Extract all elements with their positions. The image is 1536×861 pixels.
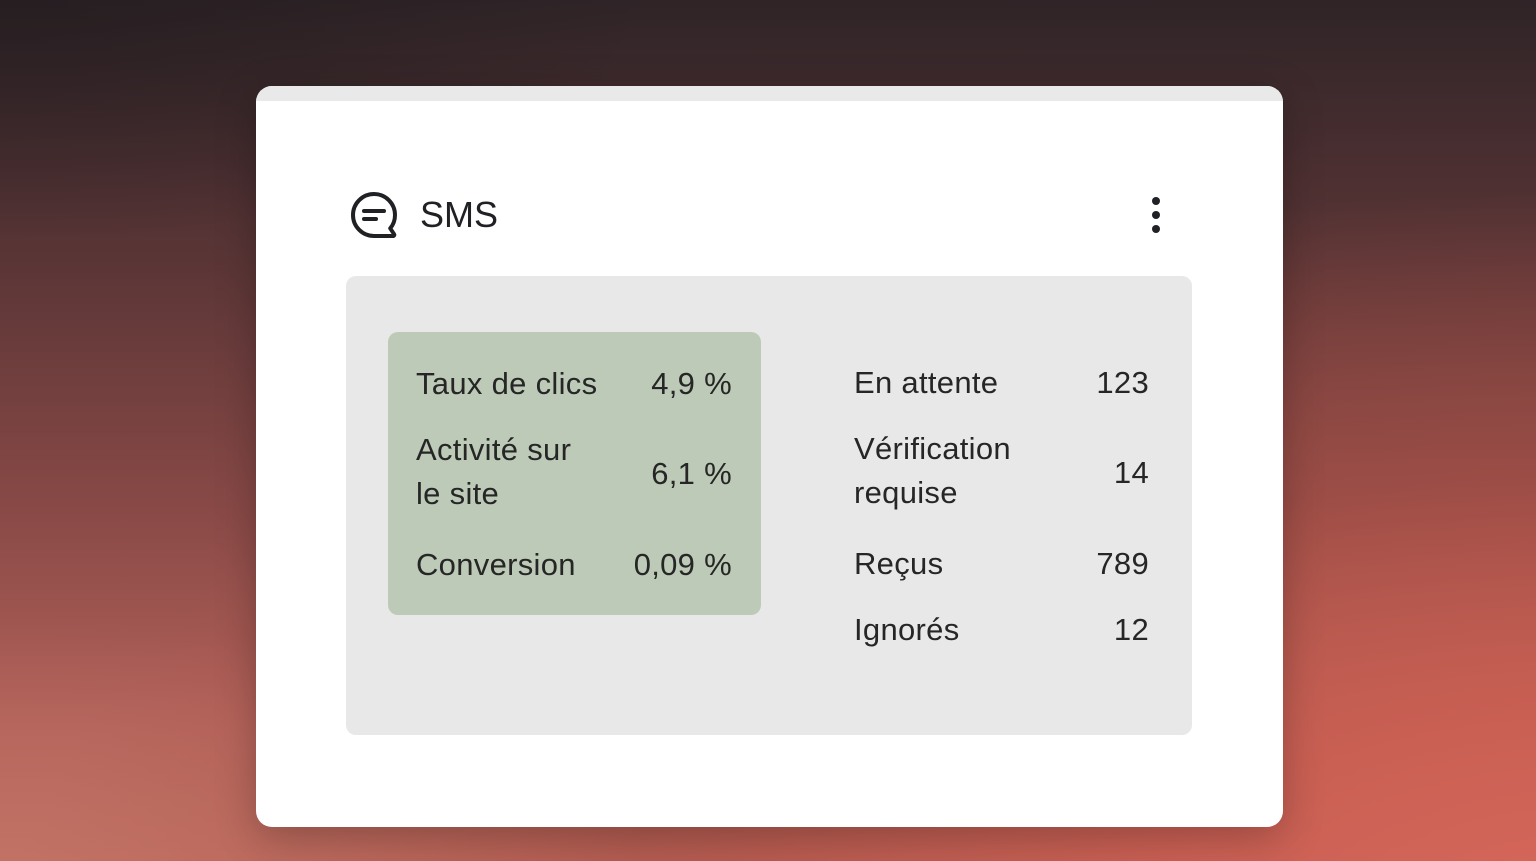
more-vertical-icon (1152, 197, 1160, 205)
stat-label-taux-de-clics: Taux de clics (416, 366, 598, 401)
stat-label-activite-line1: Activité sur (416, 432, 572, 467)
stat-label-conversion: Conversion (416, 547, 576, 582)
stat-label-en-attente: En attente (854, 365, 999, 400)
highlighted-stats-box: Taux de clics 4,9 % Activité sur le site… (388, 332, 761, 615)
more-vertical-icon-dot (1152, 211, 1160, 219)
stat-value-activite: 6,1 % (651, 456, 732, 491)
stat-value-taux-de-clics: 4,9 % (651, 366, 732, 401)
sms-stats-card: SMS Taux de clics 4,9 % Activité sur le … (256, 86, 1283, 827)
stat-label-ignores: Ignorés (854, 612, 960, 647)
more-options-button[interactable] (1134, 190, 1178, 240)
stat-value-ignores: 12 (1113, 612, 1149, 647)
stat-label-verification-line2: requise (854, 475, 958, 510)
stat-label-activite-line2: le site (416, 476, 500, 511)
stats-panel: Taux de clics 4,9 % Activité sur le site… (346, 276, 1192, 735)
stat-value-conversion: 0,09 % (633, 547, 732, 582)
stat-label-recus: Reçus (854, 546, 944, 581)
card-title: SMS (420, 194, 499, 235)
chat-bubble-icon (351, 192, 397, 238)
stat-value-en-attente: 123 (1096, 365, 1149, 400)
stat-label-verification-line1: Vérification (854, 431, 1011, 466)
card-top-strip (256, 86, 1283, 101)
more-vertical-icon-dot (1152, 225, 1160, 233)
stat-value-recus: 789 (1096, 546, 1149, 581)
stat-value-verification: 14 (1113, 455, 1149, 490)
